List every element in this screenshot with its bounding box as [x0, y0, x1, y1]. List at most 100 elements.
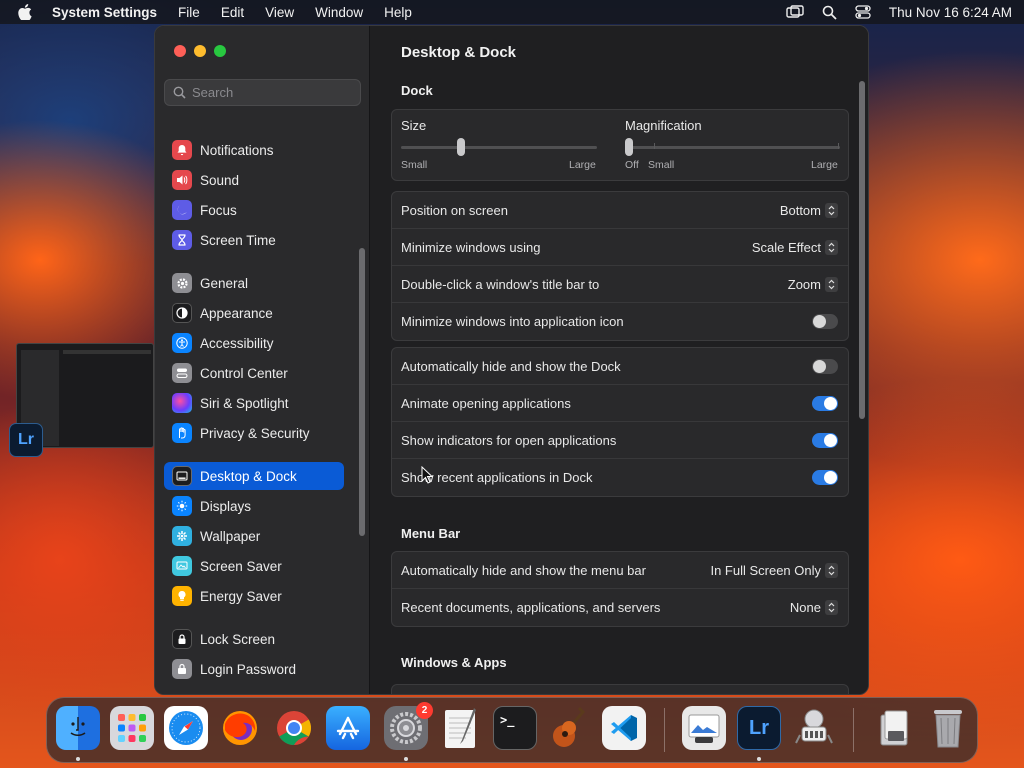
zoom-button[interactable]	[214, 45, 226, 57]
sidebar-item-focus[interactable]: Focus	[164, 196, 344, 224]
firefox-icon[interactable]	[218, 706, 262, 750]
animate-opening-row: Animate opening applications	[392, 385, 848, 422]
page-title: Desktop & Dock	[401, 44, 517, 61]
show-indicators-toggle[interactable]	[812, 432, 838, 448]
sidebar-item-general[interactable]: General	[164, 269, 344, 297]
dock: 2 >_ Lr	[46, 697, 978, 763]
position-popup[interactable]: Bottom	[780, 202, 838, 218]
magnification-slider-knob[interactable]	[625, 138, 633, 156]
sidebar-item-wallpaper[interactable]: Wallpaper	[164, 522, 344, 550]
menu-help[interactable]: Help	[384, 5, 412, 20]
minimize-button[interactable]	[194, 45, 206, 57]
double-click-popup[interactable]: Zoom	[788, 276, 838, 292]
sidebar-item-lock-screen[interactable]: Lock Screen	[164, 625, 344, 653]
control-center-icon	[172, 363, 192, 383]
sidebar-item-screen-time[interactable]: Screen Time	[164, 226, 344, 254]
size-slider-track[interactable]	[401, 146, 597, 149]
search-input[interactable]	[192, 85, 352, 100]
mouse-cursor-icon	[421, 466, 433, 484]
auto-hide-dock-toggle[interactable]	[812, 358, 838, 374]
automator-icon[interactable]	[792, 706, 836, 750]
auto-hide-dock-row: Automatically hide and show the Dock	[392, 348, 848, 385]
sidebar-item-privacy-security[interactable]: Privacy & Security	[164, 419, 344, 447]
key-icon	[172, 659, 192, 679]
menu-bar: System Settings File Edit View Window He…	[0, 0, 1024, 24]
sidebar-item-energy-saver[interactable]: Energy Saver	[164, 582, 344, 610]
launchpad-icon[interactable]	[110, 706, 154, 750]
menu-file[interactable]: File	[178, 5, 200, 20]
settings-running-indicator	[404, 757, 408, 761]
menu-view[interactable]: View	[265, 5, 294, 20]
sidebar-item-label: Desktop & Dock	[200, 468, 297, 484]
gear-icon	[172, 273, 192, 293]
sidebar-item-siri-spotlight[interactable]: Siri & Spotlight	[164, 389, 344, 417]
popup-value: In Full Screen Only	[710, 562, 821, 578]
animate-opening-toggle[interactable]	[812, 395, 838, 411]
menu-bar-hide-popup[interactable]: In Full Screen Only	[710, 562, 838, 578]
notification-badge: 2	[416, 702, 433, 719]
row-label: Double-click a window's title bar to	[401, 276, 600, 292]
sidebar-scrollbar[interactable]	[359, 248, 365, 536]
recent-documents-popup[interactable]: None	[790, 600, 838, 615]
sidebar-search[interactable]	[164, 79, 361, 106]
sidebar-item-login-password[interactable]: Login Password	[164, 655, 344, 683]
section-windows-apps-heading: Windows & Apps	[401, 655, 507, 670]
lightroom-label: Lr	[749, 716, 769, 739]
sidebar-item-notifications[interactable]: Notifications	[164, 136, 344, 164]
size-slider-knob[interactable]	[457, 138, 466, 156]
spotlight-search-icon[interactable]	[822, 5, 837, 20]
sidebar-item-label: Notifications	[200, 142, 274, 158]
safari-icon[interactable]	[164, 706, 208, 750]
menu-window[interactable]: Window	[315, 5, 363, 20]
dock-separator	[853, 708, 854, 752]
size-slider-block: Size	[401, 118, 597, 133]
garageband-icon[interactable]	[547, 706, 591, 750]
sidebar-item-appearance[interactable]: Appearance	[164, 299, 344, 327]
chrome-icon[interactable]	[272, 706, 316, 750]
popup-value: Scale Effect	[751, 239, 821, 255]
dock-size-group: Size Small Large Magnification Off Small…	[391, 109, 849, 181]
control-center-icon[interactable]	[855, 5, 871, 19]
lightroom-app-badge[interactable]: Lr	[9, 423, 43, 457]
dock-separator	[664, 708, 665, 752]
screen-mirroring-icon[interactable]	[786, 5, 804, 19]
textedit-icon[interactable]	[438, 706, 482, 750]
preview-icon[interactable]	[682, 706, 726, 750]
menu-app-name[interactable]: System Settings	[52, 5, 157, 20]
chevron-updown-icon	[825, 562, 838, 578]
close-button[interactable]	[174, 45, 186, 57]
vscode-icon[interactable]	[602, 706, 646, 750]
menu-clock[interactable]: Thu Nov 16 6:24 AM	[889, 5, 1012, 20]
show-recent-apps-toggle[interactable]	[812, 470, 838, 485]
downloads-icon[interactable]	[873, 706, 917, 750]
magnification-label: Magnification	[625, 118, 702, 133]
minimize-into-app-icon-toggle[interactable]	[812, 314, 838, 329]
app-store-icon[interactable]	[326, 706, 370, 750]
sidebar-list: Notifications Sound Focus Screen Time Ge…	[155, 114, 370, 694]
lightroom-icon[interactable]: Lr	[737, 706, 781, 750]
recent-documents-row: Recent documents, applications, and serv…	[392, 589, 848, 626]
flower-icon	[172, 526, 192, 546]
terminal-icon[interactable]: >_	[493, 706, 537, 750]
finder-running-indicator	[76, 757, 80, 761]
row-label: Animate opening applications	[401, 395, 571, 411]
dock-options-group: Automatically hide and show the Dock Ani…	[391, 347, 849, 497]
minimize-effect-popup[interactable]: Scale Effect	[751, 239, 838, 255]
magnification-slider-track[interactable]	[625, 146, 840, 149]
sidebar-item-screen-saver[interactable]: Screen Saver	[164, 552, 344, 580]
system-settings-icon[interactable]: 2	[384, 702, 433, 750]
content-scrollbar[interactable]	[859, 81, 865, 419]
speaker-icon	[172, 170, 192, 190]
sidebar-item-displays[interactable]: Displays	[164, 492, 344, 520]
magnification-slider-block: Magnification	[625, 118, 840, 133]
sidebar-item-control-center[interactable]: Control Center	[164, 359, 344, 387]
finder-icon[interactable]	[56, 706, 100, 750]
show-indicators-row: Show indicators for open applications	[392, 422, 848, 459]
apple-menu-icon[interactable]	[18, 4, 34, 20]
menu-edit[interactable]: Edit	[221, 5, 244, 20]
sidebar-item-accessibility[interactable]: Accessibility	[164, 329, 344, 357]
trash-icon[interactable]	[926, 706, 970, 750]
sidebar-item-desktop-dock[interactable]: Desktop & Dock	[164, 462, 344, 490]
size-label: Size	[401, 118, 427, 133]
sidebar-item-sound[interactable]: Sound	[164, 166, 344, 194]
